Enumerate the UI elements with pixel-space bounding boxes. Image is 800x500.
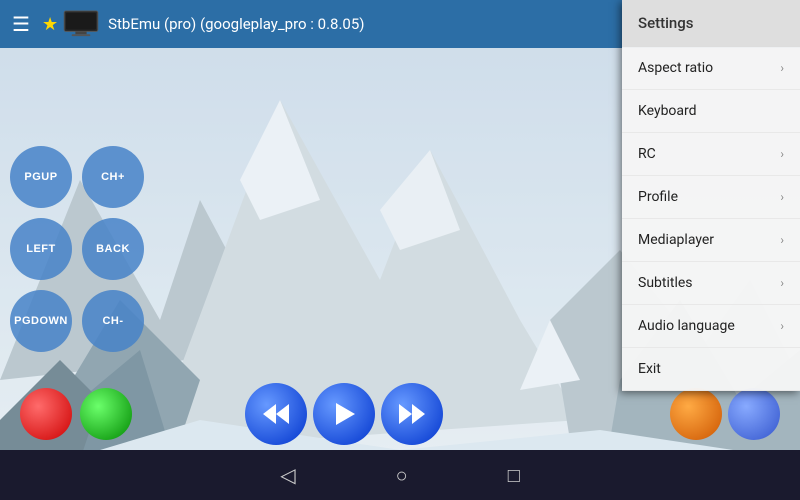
menu-item-subtitles[interactable]: Subtitles ›: [622, 262, 800, 305]
transport-center: [245, 383, 443, 445]
menu-item-mediaplayer[interactable]: Mediaplayer ›: [622, 219, 800, 262]
profile-chevron-icon: ›: [780, 190, 784, 204]
menu-item-exit[interactable]: Exit: [622, 348, 800, 391]
menu-item-mediaplayer-label: Mediaplayer: [638, 232, 780, 248]
aspect-ratio-chevron-icon: ›: [780, 61, 784, 75]
menu-item-aspect-ratio-label: Aspect ratio: [638, 60, 780, 76]
rc-chevron-icon: ›: [780, 147, 784, 161]
green-button[interactable]: [80, 388, 132, 440]
menu-item-profile-label: Profile: [638, 189, 780, 205]
nav-square-icon[interactable]: □: [508, 463, 520, 488]
menu-item-exit-label: Exit: [638, 361, 784, 377]
menu-item-audio-language[interactable]: Audio language ›: [622, 305, 800, 348]
pgdown-button[interactable]: PGDOWN: [10, 290, 72, 352]
app-title: StbEmu (pro) (googleplay_pro : 0.8.05): [108, 15, 364, 33]
blue-button[interactable]: [728, 388, 780, 440]
monitor-icon: [62, 10, 100, 38]
ctrl-row-3: PGDOWN CH-: [10, 290, 190, 352]
menu-item-subtitles-label: Subtitles: [638, 275, 780, 291]
pgup-button[interactable]: PGUP: [10, 146, 72, 208]
chminus-button[interactable]: CH-: [82, 290, 144, 352]
nav-home-icon[interactable]: ○: [396, 463, 408, 488]
chplus-button[interactable]: CH+: [82, 146, 144, 208]
menu-item-profile[interactable]: Profile ›: [622, 176, 800, 219]
star-icon: ★: [42, 14, 58, 35]
ctrl-row-1: PGUP CH+: [10, 146, 190, 208]
menu-item-rc[interactable]: RC ›: [622, 133, 800, 176]
mediaplayer-chevron-icon: ›: [780, 233, 784, 247]
hamburger-icon[interactable]: ☰: [12, 12, 30, 36]
audio-language-chevron-icon: ›: [780, 319, 784, 333]
fastforward-button[interactable]: [381, 383, 443, 445]
menu-header: Settings: [622, 0, 800, 47]
main-area: ☰ ★ StbEmu (pro) (googleplay_pro : 0.8.0…: [0, 0, 800, 500]
left-button[interactable]: LEFT: [10, 218, 72, 280]
nav-bar: ◁ ○ □: [0, 450, 800, 500]
settings-menu: Settings Aspect ratio › Keyboard RC › Pr…: [622, 0, 800, 391]
menu-item-keyboard[interactable]: Keyboard: [622, 90, 800, 133]
menu-item-audio-language-label: Audio language: [638, 318, 780, 334]
nav-back-icon[interactable]: ◁: [280, 463, 295, 487]
back-button[interactable]: BACK: [82, 218, 144, 280]
menu-item-rc-label: RC: [638, 146, 780, 162]
menu-item-aspect-ratio[interactable]: Aspect ratio ›: [622, 47, 800, 90]
transport-right: [670, 388, 780, 440]
ctrl-row-2: LEFT BACK: [10, 218, 190, 280]
play-button[interactable]: [313, 383, 375, 445]
orange-button[interactable]: [670, 388, 722, 440]
red-button[interactable]: [20, 388, 72, 440]
menu-item-keyboard-label: Keyboard: [638, 103, 784, 119]
subtitles-chevron-icon: ›: [780, 276, 784, 290]
rewind-button[interactable]: [245, 383, 307, 445]
